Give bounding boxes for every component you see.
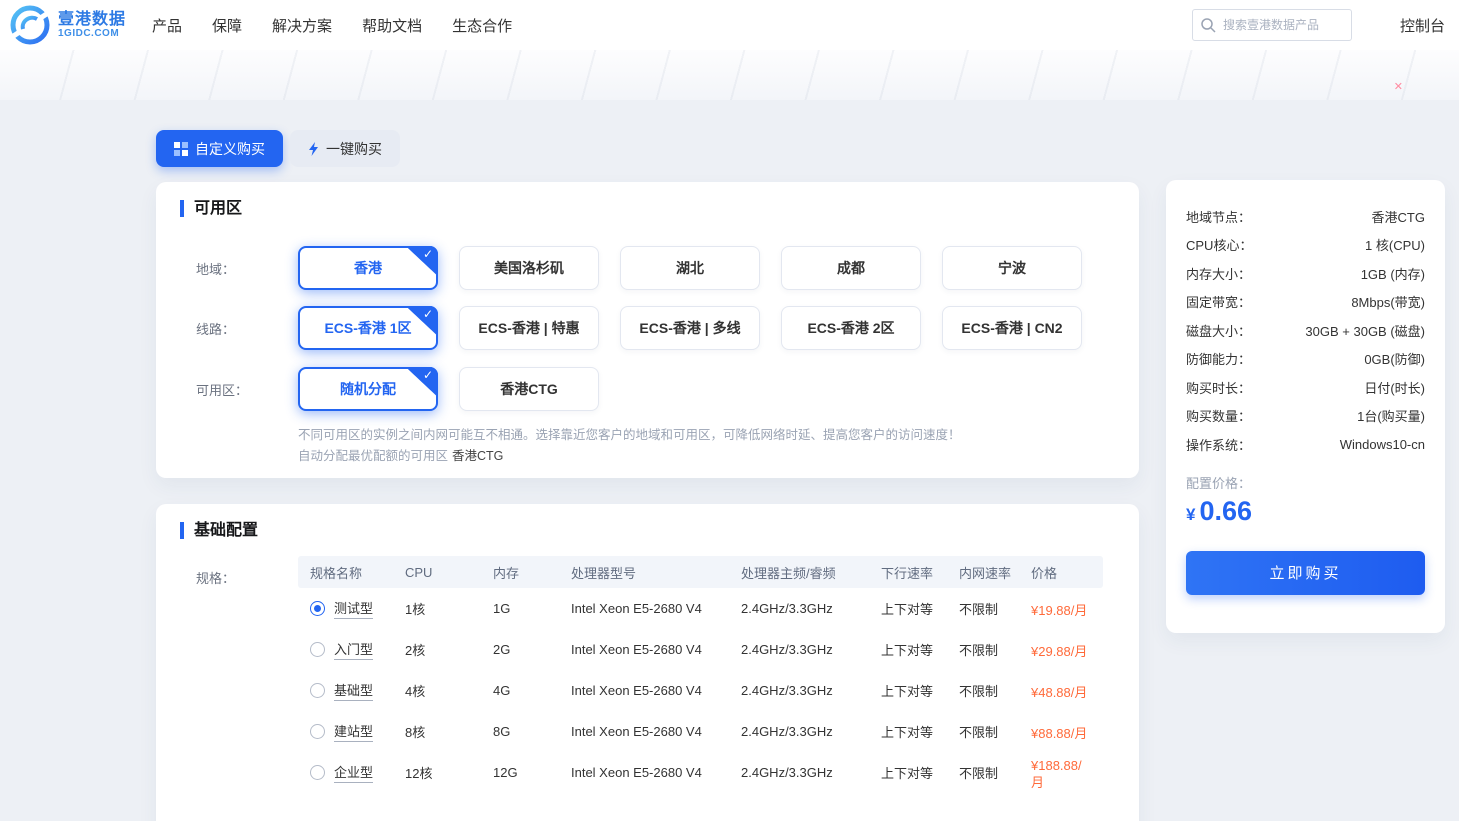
assigned-zone-value: 香港CTG bbox=[452, 449, 503, 463]
zone-note-1: 不同可用区的实例之间内网可能互不相通。选择靠近您客户的地域和可用区，可降低网络时… bbox=[298, 425, 961, 446]
summary-row-memory: 内存大小： 1GB (内存) bbox=[1186, 259, 1425, 288]
check-icon: ✓ bbox=[406, 246, 438, 276]
check-icon: ✓ bbox=[406, 367, 438, 397]
tab-custom-buy-label: 自定义购买 bbox=[195, 139, 265, 159]
region-row: 地域： 香港 ✓ 美国洛杉矶 湖北 成都 宁波 bbox=[196, 246, 1082, 290]
zone-option-hkctg[interactable]: 香港CTG bbox=[459, 367, 599, 411]
summary-row-region: 地域节点： 香港CTG bbox=[1186, 202, 1425, 231]
summary-row-defense: 防御能力： 0GB(防御) bbox=[1186, 345, 1425, 374]
region-label: 地域： bbox=[196, 259, 298, 278]
nav-item-docs[interactable]: 帮助文档 bbox=[362, 15, 422, 36]
hero-banner: ✕ bbox=[0, 50, 1459, 100]
spec-table: 规格名称 CPU 内存 处理器型号 处理器主频/睿频 下行速率 内网速率 价格 … bbox=[298, 556, 1103, 793]
search-input[interactable] bbox=[1192, 9, 1352, 41]
spec-label: 规格： bbox=[196, 568, 235, 587]
region-options: 香港 ✓ 美国洛杉矶 湖北 成都 宁波 bbox=[298, 246, 1082, 290]
zone-row: 可用区： 随机分配 ✓ 香港CTG bbox=[196, 367, 599, 411]
line-option-hk-cn2[interactable]: ECS-香港 | CN2 bbox=[942, 306, 1082, 350]
line-option-hk-duoxian[interactable]: ECS-香港 | 多线 bbox=[620, 306, 760, 350]
summary-row-bandwidth: 固定带宽： 8Mbps(带宽) bbox=[1186, 288, 1425, 317]
table-row-ceshi[interactable]: 测试型 1核 1G Intel Xeon E5-2680 V4 2.4GHz/3… bbox=[298, 588, 1103, 629]
config-card-title: 基础配置 bbox=[180, 522, 258, 539]
zone-option-random[interactable]: 随机分配 ✓ bbox=[298, 367, 438, 411]
search-box bbox=[1192, 9, 1352, 41]
spec-radio[interactable] bbox=[310, 642, 325, 657]
price-currency: ¥ bbox=[1186, 505, 1195, 524]
logo-icon bbox=[8, 3, 54, 47]
nav-item-ecosystem[interactable]: 生态合作 bbox=[452, 15, 512, 36]
spec-table-header: 规格名称 CPU 内存 处理器型号 处理器主频/睿频 下行速率 内网速率 价格 bbox=[298, 556, 1103, 588]
nav-item-solutions[interactable]: 解决方案 bbox=[272, 15, 332, 36]
nav-item-guarantee[interactable]: 保障 bbox=[212, 15, 242, 36]
region-option-chengdu[interactable]: 成都 bbox=[781, 246, 921, 290]
table-row-jichu[interactable]: 基础型 4核 4G Intel Xeon E5-2680 V4 2.4GHz/3… bbox=[298, 670, 1103, 711]
spec-radio[interactable] bbox=[310, 683, 325, 698]
check-icon: ✓ bbox=[406, 306, 438, 336]
line-options: ECS-香港 1区 ✓ ECS-香港 | 特惠 ECS-香港 | 多线 ECS-… bbox=[298, 306, 1082, 350]
zone-label: 可用区： bbox=[196, 380, 298, 399]
line-option-hk1[interactable]: ECS-香港 1区 ✓ bbox=[298, 306, 438, 350]
zone-card-title: 可用区 bbox=[180, 200, 242, 217]
zone-options: 随机分配 ✓ 香港CTG bbox=[298, 367, 599, 411]
summary-row-cpu: CPU核心： 1 核(CPU) bbox=[1186, 231, 1425, 260]
table-row-qiye[interactable]: 企业型 12核 12G Intel Xeon E5-2680 V4 2.4GHz… bbox=[298, 752, 1103, 793]
nav-item-products[interactable]: 产品 bbox=[152, 15, 182, 36]
zone-notes: 不同可用区的实例之间内网可能互不相通。选择靠近您客户的地域和可用区，可降低网络时… bbox=[298, 425, 961, 467]
tab-custom-buy[interactable]: 自定义购买 bbox=[156, 130, 283, 167]
price-label: 配置价格： bbox=[1186, 473, 1425, 492]
spec-radio[interactable] bbox=[310, 765, 325, 780]
navbar: 壹港数据 1GIDC.COM 产品 保障 解决方案 帮助文档 生态合作 控制台 bbox=[0, 0, 1459, 50]
price-line: ¥0.66 bbox=[1186, 496, 1425, 527]
console-link[interactable]: 控制台 bbox=[1400, 15, 1445, 36]
table-row-rumen[interactable]: 入门型 2核 2G Intel Xeon E5-2680 V4 2.4GHz/3… bbox=[298, 629, 1103, 670]
logo-text: 壹港数据 1GIDC.COM bbox=[58, 11, 126, 40]
logo[interactable]: 壹港数据 1GIDC.COM bbox=[8, 3, 126, 47]
region-option-ningbo[interactable]: 宁波 bbox=[942, 246, 1082, 290]
line-row: 线路： ECS-香港 1区 ✓ ECS-香港 | 特惠 ECS-香港 | 多线 … bbox=[196, 306, 1082, 350]
tab-one-click-buy-label: 一键购买 bbox=[326, 139, 382, 159]
nav-menu: 产品 保障 解决方案 帮助文档 生态合作 bbox=[152, 15, 512, 36]
decor-cross-icon: ✕ bbox=[1394, 80, 1403, 93]
summary-row-disk: 磁盘大小： 30GB + 30GB (磁盘) bbox=[1186, 316, 1425, 345]
region-option-losangeles[interactable]: 美国洛杉矶 bbox=[459, 246, 599, 290]
nav-right: 控制台 bbox=[1192, 9, 1459, 41]
order-summary-card: 地域节点： 香港CTG CPU核心： 1 核(CPU) 内存大小： 1GB (内… bbox=[1166, 180, 1445, 633]
line-option-hk-tehui[interactable]: ECS-香港 | 特惠 bbox=[459, 306, 599, 350]
search-icon bbox=[1200, 17, 1216, 33]
line-label: 线路： bbox=[196, 319, 298, 338]
logo-title: 壹港数据 bbox=[58, 11, 126, 29]
summary-row-quantity: 购买数量： 1台(购买量) bbox=[1186, 402, 1425, 431]
price-amount: 0.66 bbox=[1199, 496, 1252, 526]
region-option-hongkong[interactable]: 香港 ✓ bbox=[298, 246, 438, 290]
table-row-jianzhan[interactable]: 建站型 8核 8G Intel Xeon E5-2680 V4 2.4GHz/3… bbox=[298, 711, 1103, 752]
zone-note-2: 自动分配最优配额的可用区香港CTG bbox=[298, 446, 961, 467]
logo-subtitle: 1GIDC.COM bbox=[58, 28, 126, 39]
availability-zone-card: 可用区 地域： 香港 ✓ 美国洛杉矶 湖北 成都 宁波 线路： E bbox=[156, 182, 1139, 478]
summary-row-os: 操作系统： Windows10-cn bbox=[1186, 430, 1425, 459]
spec-radio[interactable] bbox=[310, 724, 325, 739]
tab-one-click-buy[interactable]: 一键购买 bbox=[290, 130, 400, 167]
region-option-hubei[interactable]: 湖北 bbox=[620, 246, 760, 290]
custom-buy-icon bbox=[174, 142, 188, 156]
line-option-hk2[interactable]: ECS-香港 2区 bbox=[781, 306, 921, 350]
buy-now-button[interactable]: 立即购买 bbox=[1186, 551, 1425, 595]
spec-radio-selected[interactable] bbox=[310, 601, 325, 616]
summary-row-duration: 购买时长： 日付(时长) bbox=[1186, 373, 1425, 402]
lightning-icon bbox=[308, 142, 319, 156]
basic-config-card: 基础配置 规格： 规格名称 CPU 内存 处理器型号 处理器主频/睿频 下行速率… bbox=[156, 504, 1139, 821]
